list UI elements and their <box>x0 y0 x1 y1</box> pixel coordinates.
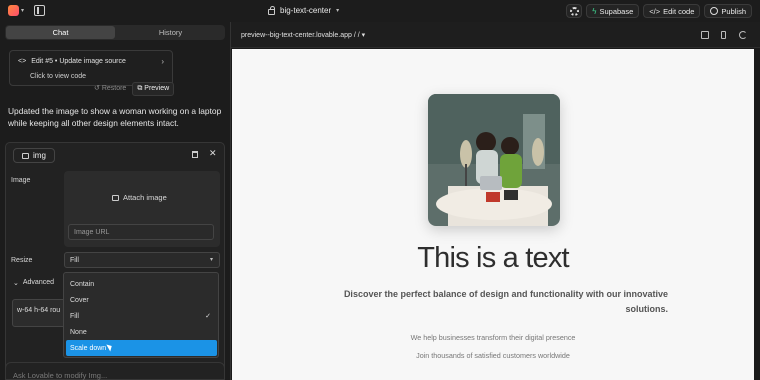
advanced-toggle[interactable]: ⌄ Advanced <box>13 279 54 287</box>
resize-dropdown: Contain Cover Fill ✓ None Scale down <box>63 272 219 358</box>
attach-image-button[interactable]: Attach image <box>112 193 167 202</box>
chevron-down-icon: ⌄ <box>13 280 19 287</box>
advanced-label: Advanced <box>22 279 55 286</box>
preview-url-bar: preview--big-text-center.lovable.app / /… <box>231 22 760 48</box>
chat-input[interactable]: Ask Lovable to modify Img... <box>5 362 225 380</box>
hero-heading: This is a text <box>417 242 569 274</box>
refresh-icon[interactable] <box>739 31 747 39</box>
image-icon <box>22 152 29 159</box>
chevron-down-icon: ▾ <box>209 257 213 263</box>
edit-code-button[interactable]: </> Edit code <box>643 4 701 18</box>
project-name: big-text-center <box>280 6 332 15</box>
top-actions: ϟ Supabase </> Edit code Publish <box>566 4 752 18</box>
project-menu[interactable]: ▾ <box>8 5 24 16</box>
sidebar-toggle-icon[interactable] <box>34 5 45 16</box>
tab-history[interactable]: History <box>116 25 225 40</box>
close-icon[interactable]: ✕ <box>209 148 217 159</box>
option-scale-down[interactable]: Scale down <box>66 340 217 356</box>
edit-title-text: Edit #5 • Update image source <box>31 58 126 65</box>
hero-line-2: Join thousands of satisfied customers wo… <box>416 351 570 360</box>
mobile-view-icon[interactable] <box>721 31 726 39</box>
image-label: Image <box>11 177 31 184</box>
lovable-logo-icon <box>8 5 19 16</box>
option-contain[interactable]: Contain <box>66 276 217 292</box>
option-fill[interactable]: Fill ✓ <box>66 308 217 324</box>
edit-code-label: Edit code <box>663 6 695 16</box>
preview-canvas: This is a text Discover the perfect bala… <box>232 49 754 380</box>
hero-image <box>428 94 560 226</box>
element-tag: img <box>13 148 55 163</box>
chat-panel: Chat History <> Edit #5 • Update image s… <box>0 22 230 380</box>
image-url-input[interactable]: Image URL <box>68 224 214 240</box>
edit-subtitle: Click to view code <box>30 73 87 80</box>
project-title[interactable]: big-text-center ▾ <box>268 5 340 15</box>
code-icon: <> <box>18 58 27 65</box>
globe-icon <box>710 7 719 15</box>
publish-button[interactable]: Publish <box>704 4 752 18</box>
chevron-down-icon: ▾ <box>336 8 340 14</box>
option-cover[interactable]: Cover <box>66 292 217 308</box>
supabase-icon: ϟ <box>592 6 597 16</box>
edit-actions: ↺ Restore ⧉ Preview <box>90 82 175 96</box>
supabase-button[interactable]: ϟ Supabase <box>586 4 640 18</box>
restore-button[interactable]: ↺ Restore <box>90 82 130 96</box>
open-external-icon[interactable] <box>701 31 709 39</box>
resize-label: Resize <box>11 257 33 264</box>
chevron-down-icon: ▾ <box>21 8 25 14</box>
preview-panel: preview--big-text-center.lovable.app / /… <box>230 22 760 380</box>
lock-icon <box>268 5 275 15</box>
preview-button[interactable]: ⧉ Preview <box>132 82 175 96</box>
trash-icon[interactable] <box>192 151 198 158</box>
gear-icon <box>569 6 579 16</box>
element-tag-label: img <box>33 151 46 160</box>
edit-title: <> Edit #5 • Update image source <box>18 58 126 65</box>
supabase-label: Supabase <box>599 6 634 16</box>
attach-image-dropzone[interactable]: Attach image Image URL <box>64 171 220 247</box>
code-icon: </> <box>649 6 661 16</box>
woman-laptop-photo <box>428 94 560 226</box>
panel-tabs: Chat History <box>5 25 225 40</box>
check-icon: ✓ <box>205 313 211 320</box>
hero-line-1: We help businesses transform their digit… <box>410 333 576 342</box>
image-plus-icon <box>112 194 119 201</box>
settings-button[interactable] <box>566 4 583 18</box>
edit-card[interactable]: <> Edit #5 • Update image source Click t… <box>9 50 173 86</box>
publish-label: Publish <box>721 6 746 16</box>
assistant-message: Updated the image to show a woman workin… <box>8 106 222 128</box>
resize-select[interactable]: Fill ▾ <box>64 252 220 268</box>
chevron-right-icon: › <box>161 57 164 66</box>
hero-subheading: Discover the perfect balance of design a… <box>343 289 668 314</box>
option-none[interactable]: None <box>66 324 217 340</box>
top-bar: ▾ big-text-center ▾ ϟ Supabase </> Edit … <box>0 0 760 22</box>
preview-url[interactable]: preview--big-text-center.lovable.app / /… <box>241 31 365 39</box>
resize-value: Fill <box>70 256 79 264</box>
attach-image-label: Attach image <box>123 193 167 202</box>
classes-input[interactable]: w-64 h-64 rou <box>12 299 70 327</box>
tab-chat[interactable]: Chat <box>6 26 115 39</box>
